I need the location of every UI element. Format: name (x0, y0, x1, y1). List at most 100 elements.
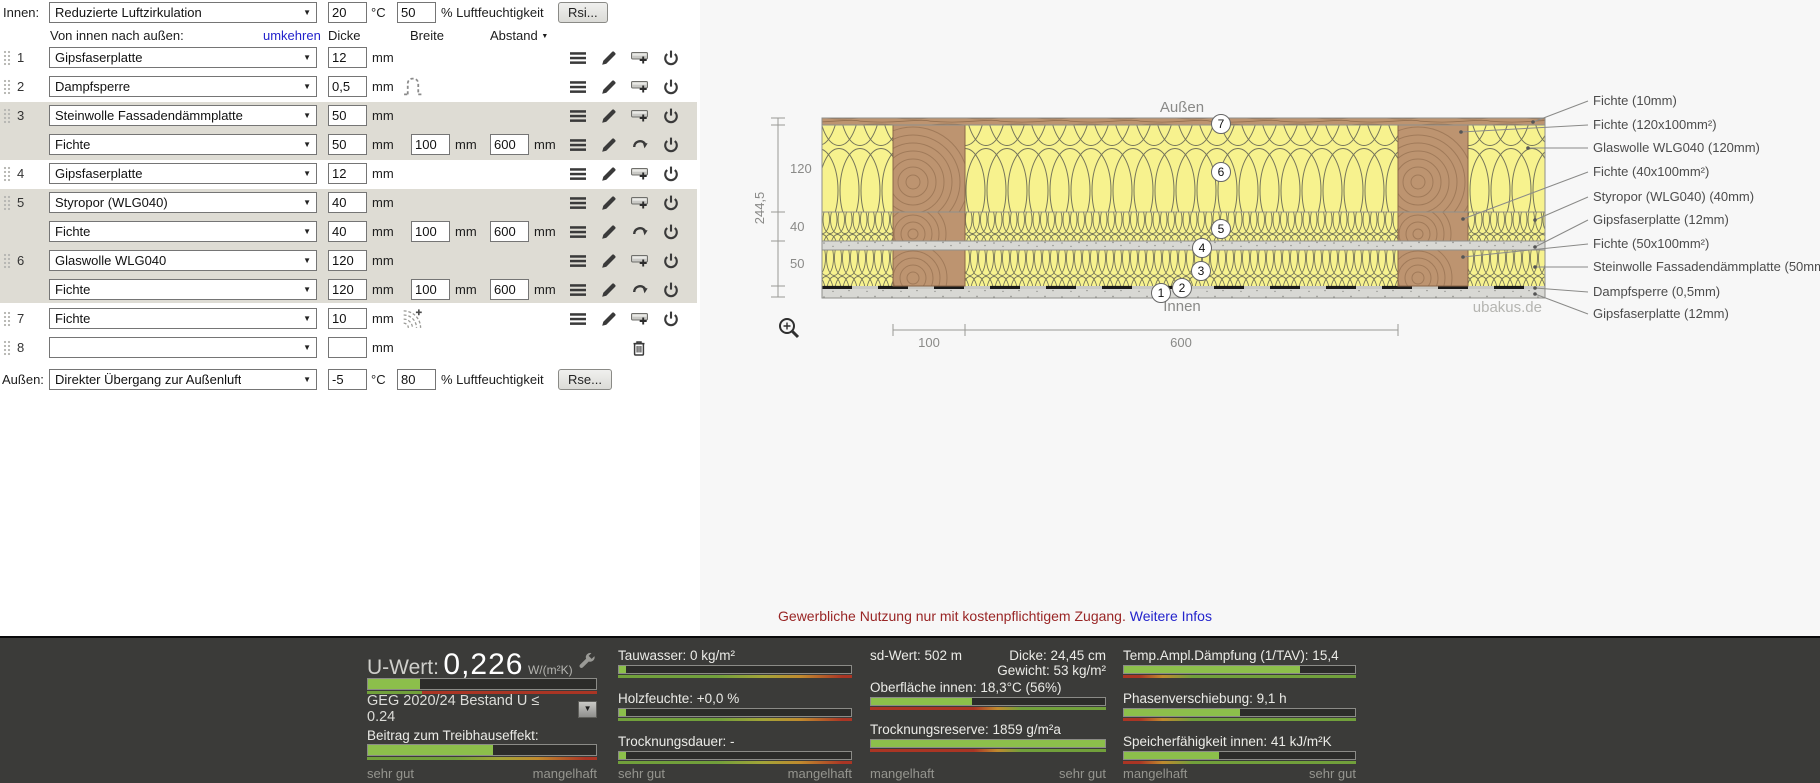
spacing-input[interactable] (490, 279, 529, 300)
undo-arrow-icon[interactable] (631, 136, 649, 154)
geg-dropdown-icon[interactable]: ▼ (578, 701, 597, 718)
drag-handle[interactable] (3, 195, 11, 211)
edit-pencil-icon[interactable] (600, 310, 618, 328)
gewicht: Gewicht: 53 kg/m² (997, 663, 1106, 678)
thickness-input[interactable] (328, 105, 367, 126)
width-input[interactable] (411, 134, 450, 155)
outside-temperature-input[interactable] (328, 369, 367, 390)
add-stud-woodgrain-icon[interactable] (402, 308, 424, 329)
menu-icon[interactable] (569, 78, 587, 96)
insert-layer-icon[interactable] (631, 194, 649, 212)
material-select[interactable]: Gipsfaserplatte▼ (49, 163, 317, 184)
outside-climate-select[interactable]: Direkter Übergang zur Außenluft▼ (49, 369, 317, 390)
drag-handle[interactable] (3, 311, 11, 327)
material-select[interactable]: Steinwolle Fassadendämmplatte▼ (49, 105, 317, 126)
insert-layer-icon[interactable] (631, 78, 649, 96)
material-select[interactable]: Fichte▼ (49, 279, 317, 300)
material-select[interactable]: Dampfsperre▼ (49, 76, 317, 97)
drag-handle[interactable] (3, 50, 11, 66)
menu-icon[interactable] (569, 281, 587, 299)
dim-40: 40 (790, 219, 804, 234)
scale-labels: mangelhaftsehr gut (870, 766, 1106, 781)
insert-layer-icon[interactable] (631, 107, 649, 125)
thickness-input[interactable] (328, 308, 367, 329)
material-select[interactable]: Fichte▼ (49, 134, 317, 155)
material-select[interactable]: Styropor (WLG040)▼ (49, 192, 317, 213)
metric-bar (618, 751, 852, 760)
edit-pencil-icon[interactable] (600, 165, 618, 183)
material-select[interactable]: Glaswolle WLG040▼ (49, 250, 317, 271)
material-select[interactable]: ▼ (49, 337, 317, 358)
material-select[interactable]: Gipsfaserplatte▼ (49, 47, 317, 68)
thickness-input[interactable] (328, 192, 367, 213)
metric-bar (618, 665, 852, 674)
edit-pencil-icon[interactable] (600, 107, 618, 125)
metric-scale-line (1123, 675, 1356, 678)
width-input[interactable] (411, 221, 450, 242)
menu-icon[interactable] (569, 194, 587, 212)
layer-number: 2 (17, 76, 24, 97)
thickness-input[interactable] (328, 337, 367, 358)
chevron-down-icon: ▼ (303, 314, 311, 323)
spacing-sort-icon[interactable]: ▼ (541, 33, 548, 40)
thickness-input[interactable] (328, 221, 367, 242)
material-select[interactable]: Fichte▼ (49, 308, 317, 329)
spacing-header[interactable]: Abstand ▼ (490, 28, 548, 43)
thickness-input[interactable] (328, 250, 367, 271)
menu-icon[interactable] (569, 252, 587, 270)
layer-label: Gipsfaserplatte (12mm) (1593, 306, 1729, 321)
width-input[interactable] (411, 279, 450, 300)
undo-arrow-icon[interactable] (631, 281, 649, 299)
menu-icon[interactable] (569, 49, 587, 67)
edit-pencil-icon[interactable] (600, 194, 618, 212)
insert-layer-icon[interactable] (631, 252, 649, 270)
outside-label: Außen: (2, 369, 44, 390)
menu-icon[interactable] (569, 165, 587, 183)
thickness-input[interactable] (328, 76, 367, 97)
edit-pencil-icon[interactable] (600, 223, 618, 241)
rsi-button[interactable]: Rsi... (558, 2, 608, 23)
settings-wrench-icon[interactable] (578, 651, 597, 670)
edit-pencil-icon[interactable] (600, 78, 618, 96)
thickness-input[interactable] (328, 279, 367, 300)
edit-pencil-icon[interactable] (600, 281, 618, 299)
drag-handle[interactable] (3, 340, 11, 356)
outside-climate-row: Außen: Direkter Übergang zur Außenluft▼ … (0, 369, 700, 390)
trash-icon[interactable] (630, 339, 648, 357)
invert-link[interactable]: umkehren (263, 28, 321, 43)
edit-pencil-icon[interactable] (600, 136, 618, 154)
edit-pencil-icon[interactable] (600, 49, 618, 67)
outside-humidity-input[interactable] (397, 369, 436, 390)
thickness-input[interactable] (328, 163, 367, 184)
undo-arrow-icon[interactable] (631, 223, 649, 241)
insert-layer-icon[interactable] (631, 165, 649, 183)
thickness-input[interactable] (328, 134, 367, 155)
u-value-column: U-Wert: 0,226 W/(m²K) GEG 2020/24 Bestan… (367, 648, 597, 778)
layer-row-8: 8 ▼ mm (0, 337, 700, 358)
rse-button[interactable]: Rse... (558, 369, 612, 390)
inside-climate-select[interactable]: Reduzierte Luftzirkulation▼ (49, 2, 317, 23)
menu-icon[interactable] (569, 223, 587, 241)
inside-humidity-input[interactable] (397, 2, 436, 23)
layer-number: 1 (17, 47, 24, 68)
u-value-line: U-Wert: 0,226 W/(m²K) (367, 648, 597, 678)
drag-handle[interactable] (3, 79, 11, 95)
menu-icon[interactable] (569, 136, 587, 154)
edit-pencil-icon[interactable] (600, 252, 618, 270)
zoom-in-icon[interactable] (780, 319, 798, 337)
spacing-input[interactable] (490, 134, 529, 155)
scale-labels: sehr gutmangelhaft (367, 766, 597, 781)
material-select[interactable]: Fichte▼ (49, 221, 317, 242)
insert-layer-icon[interactable] (631, 49, 649, 67)
drag-handle[interactable] (3, 253, 11, 269)
drag-handle[interactable] (3, 108, 11, 124)
thickness-input[interactable] (328, 47, 367, 68)
weitere-infos-link[interactable]: Weitere Infos (1130, 608, 1212, 624)
menu-icon[interactable] (569, 107, 587, 125)
spacing-input[interactable] (490, 221, 529, 242)
inside-temperature-input[interactable] (328, 2, 367, 23)
inside-temperature-unit: °C (371, 2, 386, 23)
drag-handle[interactable] (3, 166, 11, 182)
insert-layer-icon[interactable] (631, 310, 649, 328)
menu-icon[interactable] (569, 310, 587, 328)
